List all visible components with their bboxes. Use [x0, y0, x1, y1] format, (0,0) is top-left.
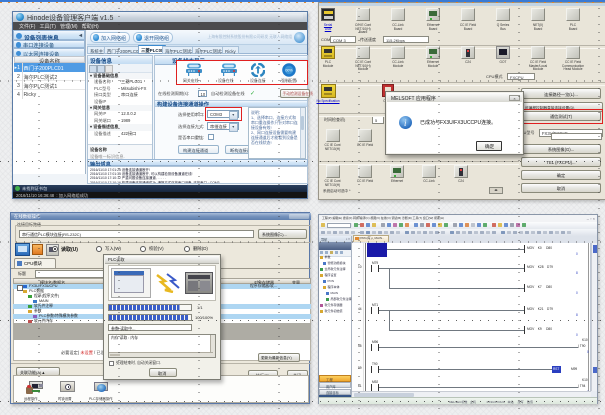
svg-text:00%: 00% [285, 69, 293, 73]
